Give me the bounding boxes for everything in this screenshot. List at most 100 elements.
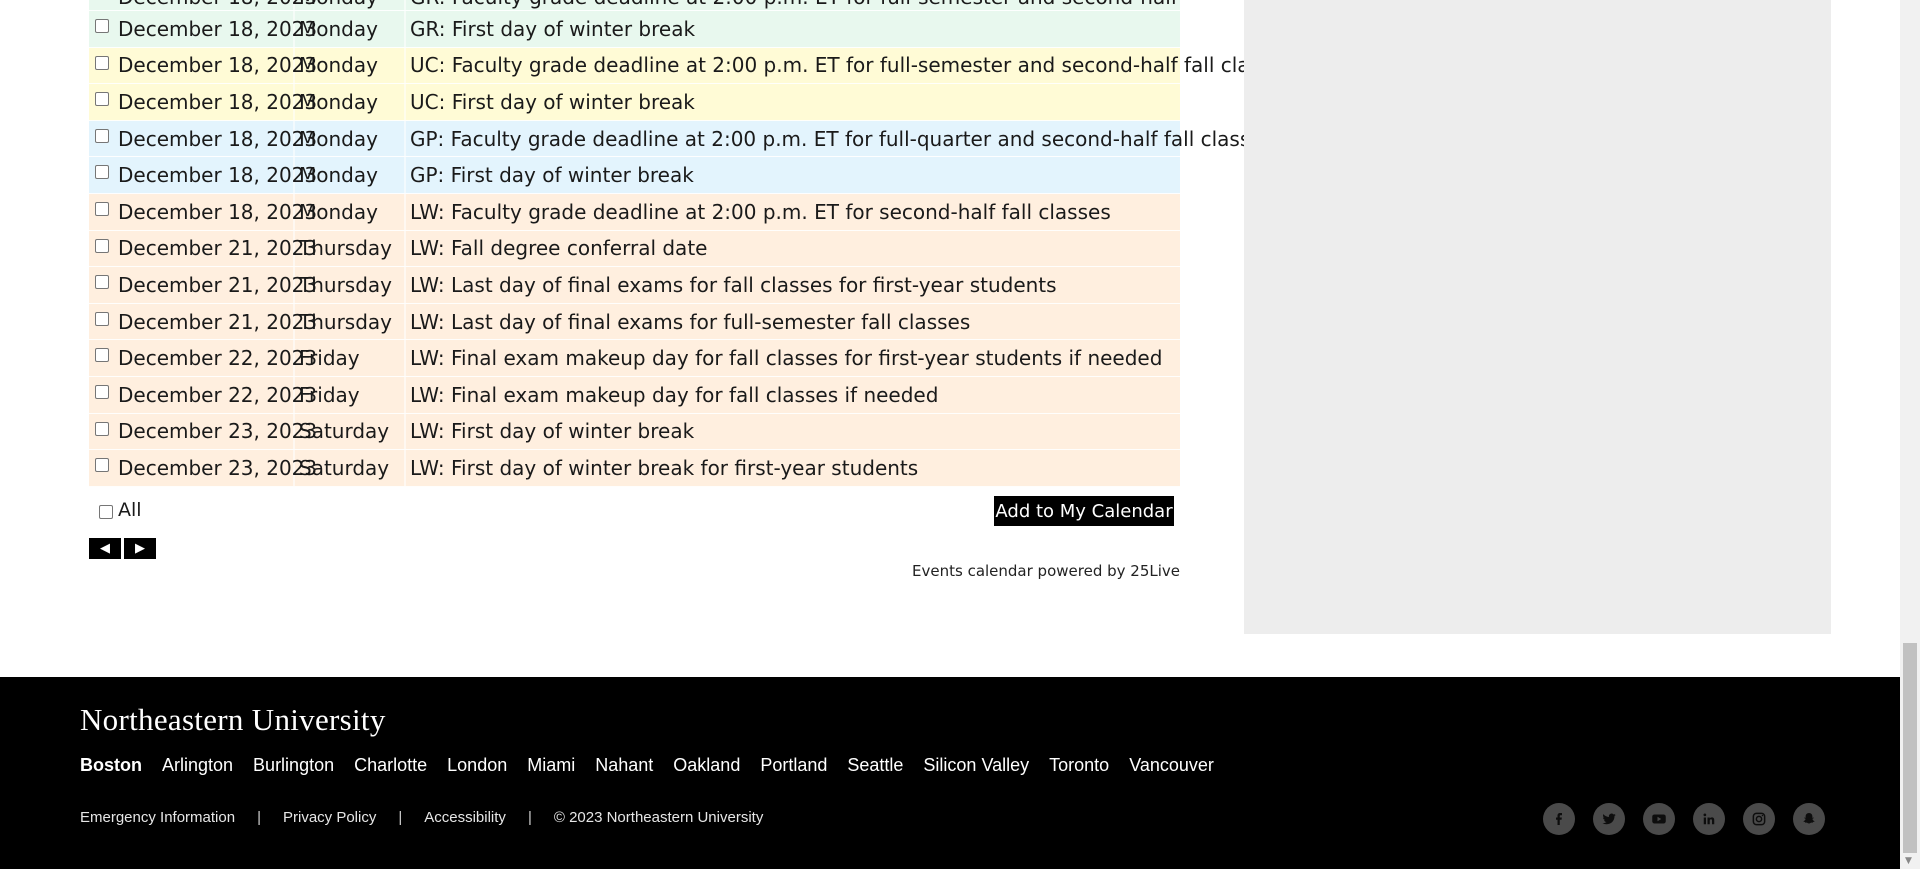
- event-row: December 18, 2023 Monday UC: Faculty grade…: [89, 47, 1293, 85]
- campus-link-seattle[interactable]: Seattle: [847, 755, 903, 776]
- event-row: December 21, 2023 Thursday LW: Last day of…: [89, 267, 1180, 304]
- event-description: GP: First day of winter break: [410, 163, 694, 188]
- column-divider: [404, 157, 406, 193]
- column-divider: [404, 230, 406, 267]
- event-day: Thursday: [299, 236, 392, 261]
- campus-link-portland[interactable]: Portland: [760, 755, 827, 776]
- campus-link-burlington[interactable]: Burlington: [253, 755, 334, 776]
- event-description: LW: Final exam makeup day for fall class…: [410, 382, 939, 407]
- event-date: December 18, 2023: [118, 199, 318, 224]
- linkedin-icon[interactable]: [1693, 803, 1725, 835]
- event-date: December 22, 2023: [118, 382, 318, 407]
- separator: |: [257, 809, 261, 826]
- event-day: Friday: [299, 382, 360, 407]
- powered-by-note: Events calendar powered by 25Live: [912, 562, 1180, 580]
- event-checkbox[interactable]: [95, 348, 109, 363]
- column-divider: [404, 413, 406, 450]
- event-date: December 18, 2023: [118, 126, 318, 151]
- facebook-icon[interactable]: [1543, 803, 1575, 835]
- event-checkbox[interactable]: [95, 311, 109, 326]
- column-divider: [404, 193, 406, 230]
- column-divider: [404, 267, 406, 303]
- pagination: ◀ ▶: [89, 538, 156, 559]
- event-row: December 22, 2023 Friday LW: Final exam ma…: [89, 376, 1180, 414]
- separator: |: [398, 809, 403, 826]
- column-divider: [404, 450, 406, 486]
- event-day: Monday: [299, 163, 378, 188]
- event-checkbox[interactable]: [95, 238, 109, 253]
- campus-nav: Boston Arlington Burlington Charlotte London…: [80, 755, 1234, 776]
- page-scrollbar[interactable]: ▼: [1900, 0, 1920, 869]
- scrollbar-thumb[interactable]: [1903, 643, 1917, 853]
- privacy-policy-link[interactable]: Privacy Policy: [283, 809, 376, 826]
- event-date: December 18, 2023: [118, 163, 318, 188]
- event-checkbox[interactable]: [95, 275, 109, 290]
- event-checkbox[interactable]: [95, 19, 109, 33]
- main-content: December 18, 2023MondayGR: Faculty grade…: [0, 0, 1900, 677]
- select-all-label[interactable]: All: [118, 499, 142, 521]
- add-to-my-calendar-button[interactable]: Add to My Calendar: [994, 496, 1174, 526]
- event-day: Monday: [299, 89, 378, 114]
- select-all-checkbox[interactable]: [99, 505, 113, 519]
- event-description: UC: Faculty grade deadline at 2:00 p.m. …: [410, 53, 1294, 78]
- event-description: LW: Fall degree conferral date: [410, 236, 708, 261]
- campus-link-boston[interactable]: Boston: [80, 755, 142, 776]
- accessibility-link[interactable]: Accessibility: [424, 809, 506, 826]
- column-divider: [404, 84, 406, 120]
- events-table: December 18, 2023MondayGR: Faculty grade…: [89, 0, 1293, 487]
- column-divider: [404, 303, 406, 340]
- campus-link-arlington[interactable]: Arlington: [162, 755, 233, 776]
- campus-link-oakland[interactable]: Oakland: [673, 755, 740, 776]
- event-description: GP: Faculty grade deadline at 2:00 p.m. …: [410, 126, 1273, 151]
- social-links: [1543, 803, 1825, 835]
- column-divider: [404, 11, 406, 47]
- snapchat-icon[interactable]: [1793, 803, 1825, 835]
- event-day: Monday: [299, 199, 378, 224]
- event-description: LW: First day of winter break for first-…: [410, 455, 919, 480]
- event-day: Thursday: [299, 272, 392, 297]
- event-row: December 21, 2023 Thursday LW: Last day of…: [89, 303, 1180, 341]
- column-divider: [404, 0, 406, 10]
- instagram-icon[interactable]: [1743, 803, 1775, 835]
- campus-link-nahant[interactable]: Nahant: [595, 755, 653, 776]
- scroll-down-arrow-icon[interactable]: ▼: [1905, 856, 1912, 866]
- event-checkbox[interactable]: [95, 384, 109, 399]
- event-day: Monday: [299, 53, 378, 78]
- next-page-button[interactable]: ▶: [124, 538, 156, 559]
- campus-link-london[interactable]: London: [447, 755, 507, 776]
- youtube-icon[interactable]: [1643, 803, 1675, 835]
- footer-logo[interactable]: Northeastern University: [80, 702, 386, 738]
- event-day: Monday: [299, 126, 378, 151]
- event-date: December 23, 2023: [118, 419, 318, 444]
- campus-link-vancouver[interactable]: Vancouver: [1129, 755, 1214, 776]
- event-description: LW: Last day of final exams for full-sem…: [410, 309, 971, 334]
- event-row: December 18, 2023 Monday GP: Faculty grade…: [89, 120, 1273, 158]
- twitter-icon[interactable]: [1593, 803, 1625, 835]
- event-description: GR: First day of winter break: [410, 16, 696, 41]
- event-date: December 18, 2023: [118, 0, 317, 9]
- separator: |: [527, 809, 532, 826]
- event-checkbox[interactable]: [95, 92, 109, 107]
- event-description: LW: Final exam makeup day for fall class…: [410, 346, 1163, 371]
- event-checkbox[interactable]: [95, 421, 109, 436]
- event-checkbox[interactable]: [95, 201, 109, 216]
- sidebar-panel: [1244, 0, 1831, 634]
- copyright-text: © 2023 Northeastern University: [553, 809, 764, 826]
- event-date: December 21, 2023: [118, 272, 318, 297]
- event-row: December 22, 2023 Friday LW: Final exam ma…: [89, 340, 1180, 377]
- event-checkbox[interactable]: [95, 165, 109, 180]
- campus-link-charlotte[interactable]: Charlotte: [354, 755, 427, 776]
- event-checkbox[interactable]: [95, 128, 109, 143]
- event-row: December 18, 2023 Monday LW: Faculty grade…: [89, 193, 1180, 231]
- event-checkbox[interactable]: [95, 55, 109, 70]
- event-day: Saturday: [299, 455, 390, 480]
- emergency-information-link[interactable]: Emergency Information: [80, 809, 235, 826]
- campus-link-miami[interactable]: Miami: [527, 755, 575, 776]
- event-row: December 18, 2023 Monday GP: First day of …: [89, 157, 1180, 194]
- campus-link-silicon-valley[interactable]: Silicon Valley: [923, 755, 1029, 776]
- campus-link-toronto[interactable]: Toronto: [1049, 755, 1109, 776]
- event-date: December 18, 2023: [118, 53, 318, 78]
- event-checkbox[interactable]: [95, 458, 109, 473]
- previous-page-button[interactable]: ◀: [89, 538, 121, 559]
- event-date: December 18, 2023: [118, 89, 318, 114]
